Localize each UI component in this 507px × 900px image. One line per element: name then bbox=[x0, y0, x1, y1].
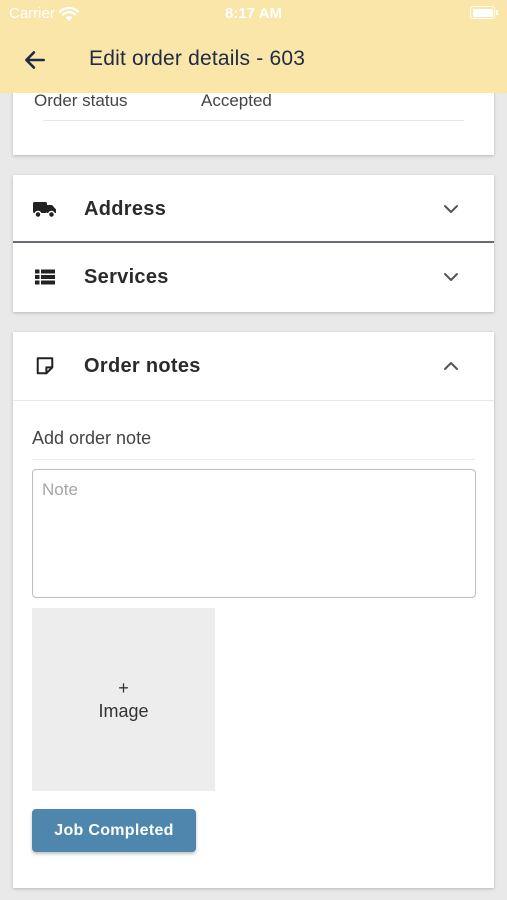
chevron-up-icon bbox=[442, 357, 460, 375]
arrow-left-icon bbox=[25, 51, 45, 69]
truck-icon bbox=[32, 198, 58, 220]
chevron-down-icon bbox=[442, 268, 460, 286]
battery-icon bbox=[470, 6, 498, 19]
services-section: Services bbox=[13, 243, 494, 312]
note-input[interactable] bbox=[32, 469, 476, 598]
services-label: Services bbox=[84, 265, 169, 288]
app-header: Carrier 8:17 AM Edit order details - 603 bbox=[0, 0, 507, 93]
order-notes-label: Order notes bbox=[84, 354, 201, 377]
chevron-down-icon bbox=[442, 200, 460, 218]
order-notes-accordion-header[interactable]: Order notes bbox=[13, 332, 494, 400]
add-image-label: Image bbox=[98, 700, 149, 721]
page-title: Edit order details - 603 bbox=[89, 47, 306, 70]
add-order-note-label: Add order note bbox=[32, 428, 152, 448]
job-completed-button[interactable]: Job Completed bbox=[32, 809, 196, 852]
plus-icon: + bbox=[118, 677, 129, 698]
address-accordion-header[interactable]: Address bbox=[13, 175, 494, 243]
add-image-button[interactable]: + Image bbox=[32, 608, 215, 791]
clock: 8:17 AM bbox=[225, 5, 282, 22]
address-section: Address bbox=[13, 175, 494, 243]
order-status-value: Accepted bbox=[201, 91, 272, 110]
status-bar: Carrier 8:17 AM bbox=[0, 0, 507, 30]
order-status-row: Order status Accepted bbox=[34, 91, 272, 111]
order-notes-section: Order notes Add order note + Image Job C… bbox=[13, 332, 494, 888]
divider bbox=[32, 459, 475, 460]
order-status-label: Order status bbox=[34, 91, 128, 110]
sticky-note-icon bbox=[32, 355, 58, 377]
back-button[interactable] bbox=[20, 46, 50, 74]
divider bbox=[43, 120, 464, 121]
address-label: Address bbox=[84, 197, 167, 220]
list-icon bbox=[32, 266, 58, 288]
services-accordion-header[interactable]: Services bbox=[13, 243, 494, 311]
divider bbox=[13, 400, 494, 401]
